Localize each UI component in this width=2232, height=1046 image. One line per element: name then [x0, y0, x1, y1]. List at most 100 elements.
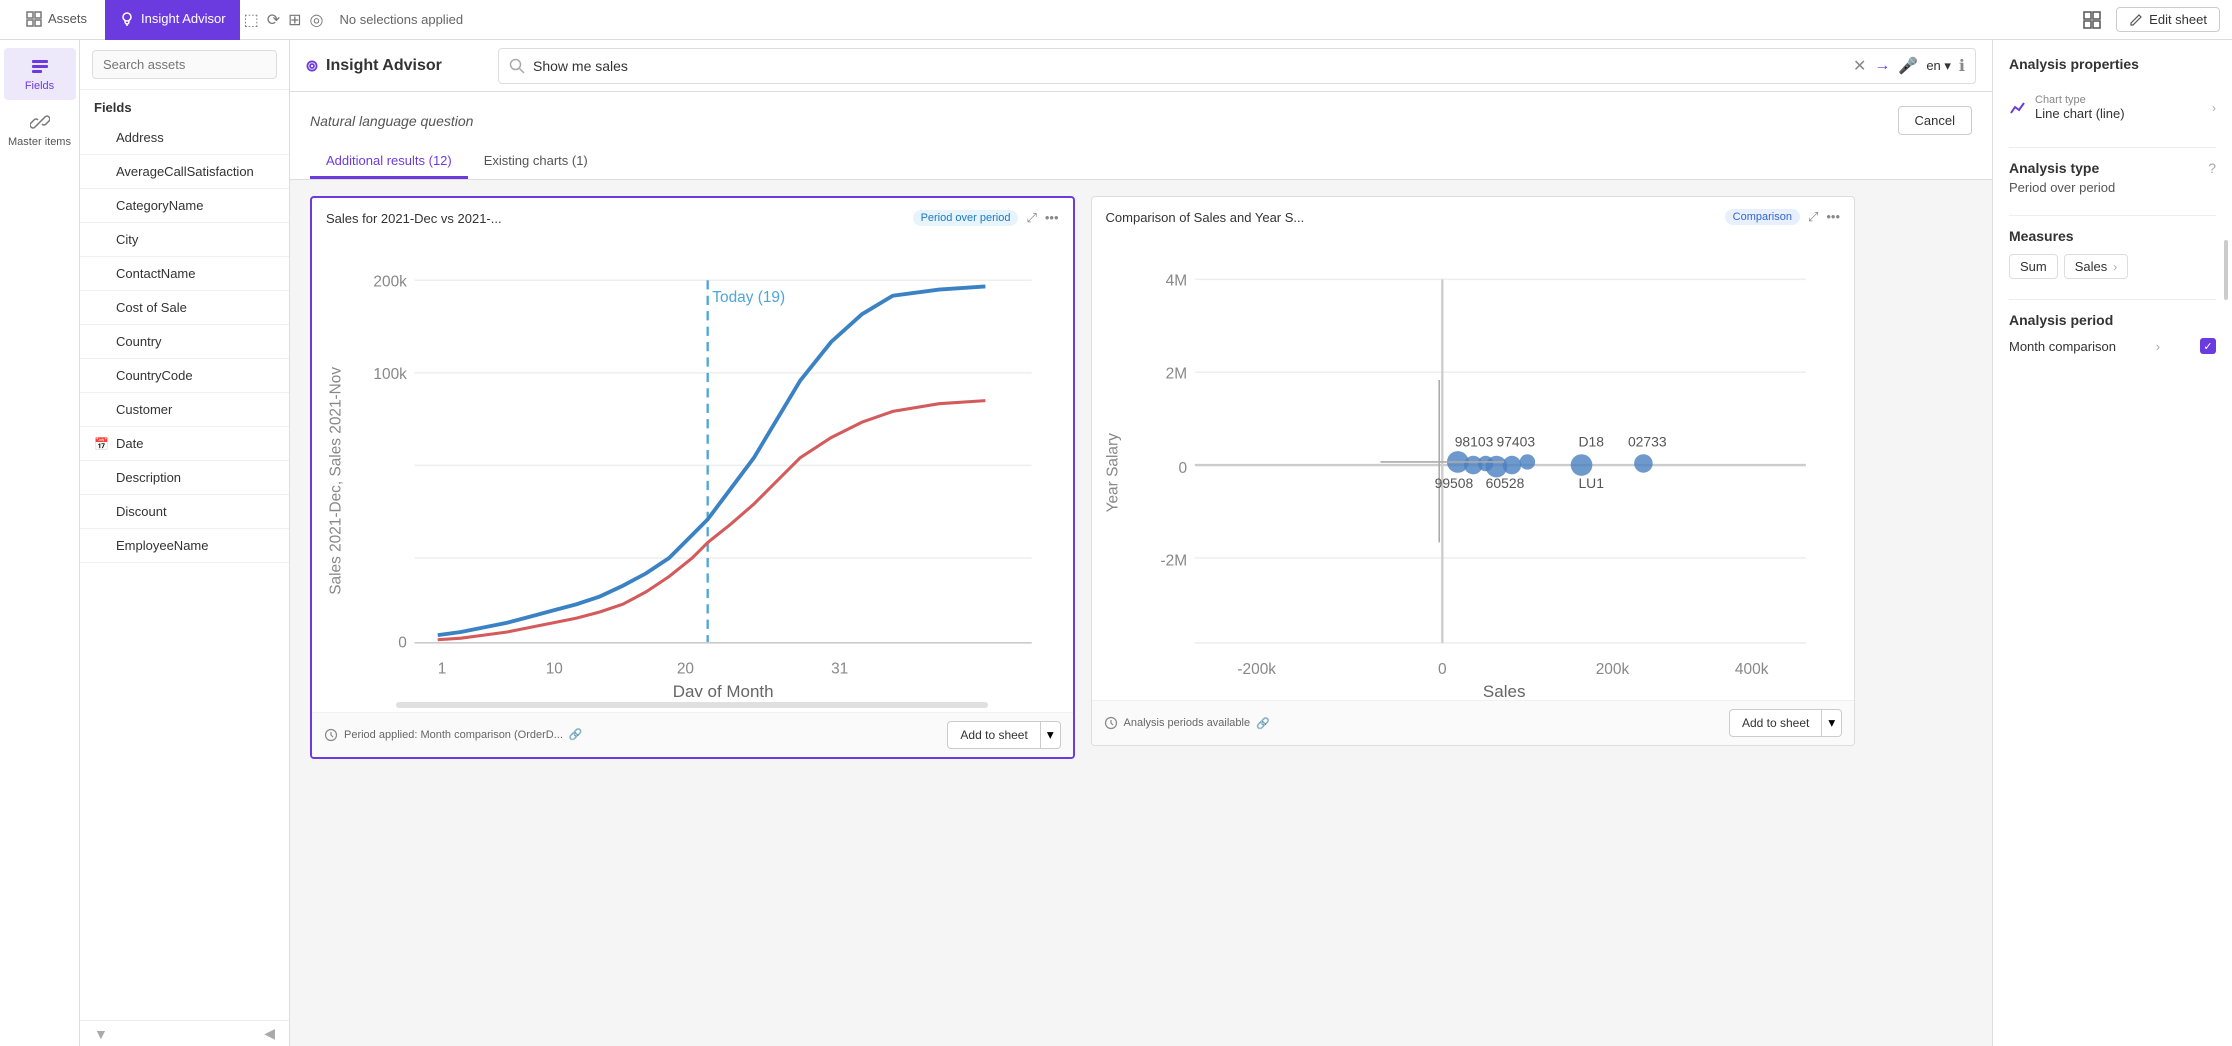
nav-tab-assets[interactable]: Assets — [12, 0, 101, 40]
sidebar: Fields Master items — [0, 40, 80, 1046]
field-item-employeename[interactable]: EmployeeName — [80, 529, 289, 563]
fields-icon — [30, 56, 50, 76]
svg-text:1: 1 — [438, 661, 447, 678]
chart-type-label: Chart type — [2035, 94, 2204, 106]
collapse-icon[interactable]: ◀ — [264, 1025, 275, 1042]
field-item-description[interactable]: Description — [80, 461, 289, 495]
field-item-avgcall[interactable]: AverageCallSatisfaction — [80, 155, 289, 189]
ia-header: Insight Advisor ✕ → 🎤 en ▾ ℹ — [290, 40, 1992, 92]
sidebar-master-label: Master items — [8, 136, 71, 148]
edit-icon — [2129, 13, 2143, 27]
fields-panel: Fields Address AverageCallSatisfaction C… — [80, 40, 290, 1046]
divider-2 — [2009, 215, 2216, 216]
nlq-section: Natural language question Cancel Additio… — [290, 92, 1992, 180]
chart-type-value: Line chart (line) — [2035, 106, 2204, 121]
period-checkbox[interactable] — [2200, 338, 2216, 354]
svg-text:Year Salary: Year Salary — [1104, 433, 1121, 513]
nav-tab-insight[interactable]: Insight Advisor — [105, 0, 240, 40]
main-content: Insight Advisor ✕ → 🎤 en ▾ ℹ — [290, 40, 1992, 1046]
field-item-costofsale[interactable]: Cost of Sale — [80, 291, 289, 325]
add-to-sheet-arrow-2[interactable]: ▾ — [1822, 709, 1842, 737]
chart-badge-2: Comparison — [1725, 209, 1800, 225]
measures-title: Measures — [2009, 228, 2216, 244]
add-to-sheet-arrow-1[interactable]: ▾ — [1041, 721, 1061, 749]
more-options-icon-2[interactable]: ••• — [1826, 209, 1840, 225]
search-icon — [509, 58, 525, 74]
grid-layout-icon[interactable] — [2076, 4, 2108, 36]
add-to-sheet-button-1[interactable]: Add to sheet — [947, 721, 1040, 749]
expand-icon-2[interactable]: ⤢ — [1808, 209, 1818, 225]
analysis-type-title: Analysis type — [2009, 160, 2099, 176]
svg-text:99508: 99508 — [1434, 475, 1473, 491]
properties-scrollbar[interactable] — [2224, 240, 2228, 300]
properties-panel: Analysis properties Chart type Line char… — [1992, 40, 2232, 1046]
add-to-sheet-button-2[interactable]: Add to sheet — [1729, 709, 1822, 737]
chart-badge-1: Period over period — [913, 210, 1019, 226]
lasso-icon[interactable]: ◎ — [310, 10, 324, 30]
expand-icon[interactable]: ⤢ — [1026, 210, 1036, 226]
cancel-button[interactable]: Cancel — [1898, 106, 1972, 135]
sidebar-item-master[interactable]: Master items — [4, 104, 76, 156]
search-container — [80, 40, 289, 90]
top-nav: Assets Insight Advisor ⬚ ⟳ ⊞ ◎ No select… — [0, 0, 2232, 40]
info-icon[interactable]: ℹ — [1959, 56, 1965, 76]
svg-text:400k: 400k — [1734, 661, 1768, 678]
field-item-date[interactable]: 📅 Date — [80, 427, 289, 461]
lang-selector[interactable]: en ▾ — [1926, 58, 1951, 74]
svg-text:-200k: -200k — [1237, 661, 1276, 678]
tab-existing-charts[interactable]: Existing charts (1) — [468, 145, 604, 179]
grid-view-icon[interactable]: ⊞ — [288, 10, 301, 30]
chart-type-section: Chart type Line chart (line) › — [2009, 88, 2216, 127]
clear-search-icon[interactable]: ✕ — [1853, 56, 1866, 76]
ia-logo-icon — [306, 55, 318, 77]
period-arrow-icon[interactable]: › — [2156, 339, 2160, 354]
edit-sheet-button[interactable]: Edit sheet — [2116, 7, 2220, 32]
mic-icon[interactable]: 🎤 — [1898, 56, 1918, 76]
field-item-country[interactable]: Country — [80, 325, 289, 359]
chart-actions-1: ⤢ ••• — [1026, 210, 1058, 226]
tab-additional-results[interactable]: Additional results (12) — [310, 145, 468, 179]
chart-footer-2: Analysis periods available 🔗 Add to shee… — [1092, 700, 1855, 745]
field-item-city[interactable]: City — [80, 223, 289, 257]
insight-icon — [119, 11, 135, 27]
sidebar-item-fields[interactable]: Fields — [4, 48, 76, 100]
field-item-category[interactable]: CategoryName — [80, 189, 289, 223]
field-item-discount[interactable]: Discount — [80, 495, 289, 529]
calendar-icon: 📅 — [94, 437, 108, 451]
chart-card-2[interactable]: Comparison of Sales and Year S... Compar… — [1091, 196, 1856, 746]
svg-text:200k: 200k — [373, 273, 407, 290]
nav-tab-insight-label: Insight Advisor — [141, 11, 226, 26]
chart-card-1[interactable]: Sales for 2021-Dec vs 2021-... Period ov… — [310, 196, 1075, 759]
svg-text:200k: 200k — [1595, 661, 1629, 678]
measure-tag-sum[interactable]: Sum — [2009, 254, 2058, 279]
field-item-contact[interactable]: ContactName — [80, 257, 289, 291]
chart-scrollbar[interactable] — [396, 702, 988, 708]
marquee-select-icon[interactable]: ⬚ — [244, 10, 259, 30]
link-icon[interactable]: 🔗 — [569, 728, 583, 741]
field-item-address[interactable]: Address — [80, 121, 289, 155]
field-item-customer[interactable]: Customer — [80, 393, 289, 427]
svg-text:97403: 97403 — [1496, 433, 1535, 449]
help-icon[interactable]: ? — [2208, 160, 2216, 176]
field-item-countrycode[interactable]: CountryCode — [80, 359, 289, 393]
divider-3 — [2009, 299, 2216, 300]
add-sheet-btn-group: Add to sheet ▾ — [947, 721, 1060, 749]
grid-icon — [26, 11, 42, 27]
nlq-label: Natural language question — [310, 113, 473, 129]
measure-tag-sales[interactable]: Sales › — [2064, 254, 2129, 279]
arrow-right-icon[interactable]: → — [1874, 57, 1890, 75]
analysis-periods-label: Analysis periods available — [1124, 717, 1251, 729]
search-input[interactable] — [92, 50, 277, 79]
rotate-icon[interactable]: ⟳ — [267, 10, 280, 30]
link-icon-2[interactable]: 🔗 — [1256, 717, 1270, 730]
period-value: Month comparison — [2009, 339, 2116, 354]
scroll-down-icon[interactable]: ▼ — [94, 1026, 108, 1042]
more-options-icon[interactable]: ••• — [1045, 210, 1059, 226]
svg-text:0: 0 — [1178, 460, 1187, 477]
svg-text:Sales: Sales — [1482, 682, 1525, 697]
ia-search-input[interactable] — [533, 58, 1845, 74]
ia-title: Insight Advisor — [326, 57, 486, 75]
chart-type-item[interactable]: Chart type Line chart (line) › — [2009, 88, 2216, 127]
svg-text:20: 20 — [677, 661, 694, 678]
ia-search-bar: ✕ → 🎤 en ▾ ℹ — [498, 48, 1976, 84]
